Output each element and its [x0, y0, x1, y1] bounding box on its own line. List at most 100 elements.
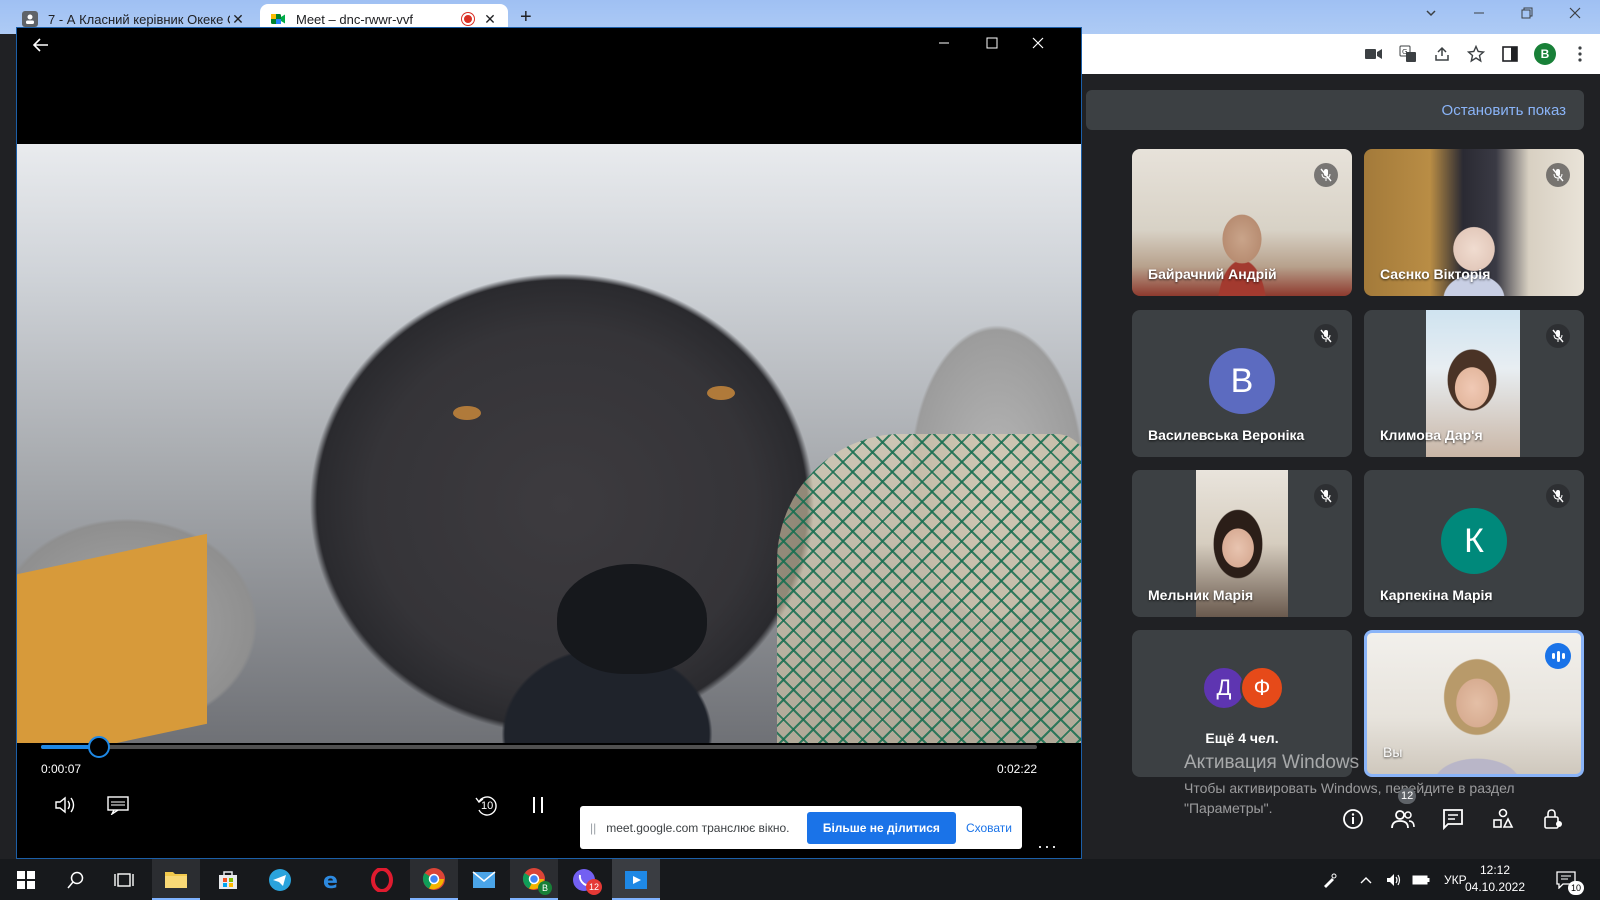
host-controls-icon[interactable]	[1540, 806, 1566, 832]
task-view-icon[interactable]	[100, 859, 148, 900]
pause-icon[interactable]	[525, 792, 551, 818]
movies-tv-icon[interactable]	[612, 859, 660, 900]
file-explorer-icon[interactable]	[152, 859, 200, 900]
stop-presenting-button[interactable]: Остановить показ	[1442, 102, 1566, 119]
stop-sharing-button[interactable]: Більше не ділитися	[806, 811, 956, 844]
more-participants-avatars: Д Ф	[1202, 666, 1284, 710]
people-count-badge: 12	[1398, 788, 1417, 804]
telegram-icon[interactable]	[256, 859, 304, 900]
close-window-icon[interactable]	[1568, 6, 1582, 24]
viber-icon[interactable]: 12	[560, 859, 608, 900]
restore-icon[interactable]	[1520, 6, 1534, 24]
search-icon[interactable]	[52, 859, 100, 900]
current-time: 0:00:07	[41, 762, 82, 776]
participant-avatar: Ф	[1240, 666, 1284, 710]
tab-title: Meet – dnc-rwwr-vvf	[296, 11, 414, 27]
minimize-icon[interactable]	[1472, 6, 1486, 24]
mic-off-icon	[1314, 163, 1338, 187]
sharing-notification-bar: || meet.google.com транслює вікно. Більш…	[580, 806, 1022, 849]
battery-icon[interactable]	[1412, 859, 1430, 900]
participant-tile[interactable]: Мельник Марія	[1132, 470, 1352, 617]
opera-icon[interactable]	[358, 859, 406, 900]
video-frame[interactable]	[17, 144, 1081, 743]
mic-off-icon	[1314, 484, 1338, 508]
participant-tile[interactable]: Байрачний Андрій	[1132, 149, 1352, 296]
mic-off-icon	[1314, 324, 1338, 348]
mic-off-icon	[1546, 163, 1570, 187]
chat-icon[interactable]	[1440, 806, 1466, 832]
side-panel-icon[interactable]	[1500, 44, 1520, 64]
video-content	[17, 533, 207, 743]
participant-video	[1424, 209, 1524, 296]
skip-back-seconds: 10	[481, 800, 494, 812]
activation-title: Активация Windows	[1184, 752, 1360, 773]
show-hidden-icons-icon[interactable]	[1360, 859, 1372, 900]
maximize-icon[interactable]	[985, 36, 999, 54]
bookmark-star-icon[interactable]	[1466, 44, 1486, 64]
participant-tile[interactable]: Саєнко Вікторія	[1364, 149, 1584, 296]
taskbar-clock[interactable]: 12:12 04.10.2022	[1460, 862, 1530, 896]
edge-legacy-icon[interactable]: e	[308, 859, 356, 900]
close-window-icon[interactable]	[1031, 36, 1045, 54]
translate-icon[interactable]: G	[1398, 44, 1418, 64]
participant-name: Карпекіна Марія	[1380, 587, 1493, 603]
clock-date: 04.10.2022	[1464, 880, 1526, 894]
google-meet-icon	[270, 11, 286, 27]
start-windows-icon[interactable]	[2, 859, 50, 900]
participant-tile[interactable]: К Карпекіна Марія	[1364, 470, 1584, 617]
share-icon[interactable]	[1432, 44, 1452, 64]
participant-name: Мельник Марія	[1148, 587, 1254, 603]
people-icon[interactable]: 12	[1390, 788, 1417, 832]
menu-dots-icon[interactable]	[1570, 44, 1590, 64]
notifications-count-badge: 10	[1568, 881, 1584, 895]
store-icon[interactable]	[204, 859, 252, 900]
participant-tile[interactable]: В Василевська Вероніка	[1132, 310, 1352, 457]
viber-unread-badge: 12	[586, 879, 602, 895]
chrome-icon[interactable]	[410, 859, 458, 900]
meeting-details-icon[interactable]	[1340, 806, 1366, 832]
windows-taskbar: e B 12 УКР 12:12 04.10.2022 10	[0, 859, 1600, 900]
recording-icon	[462, 13, 474, 25]
tab-search-icon[interactable]	[1424, 6, 1438, 24]
hide-button[interactable]: Сховати	[966, 821, 1012, 835]
more-options-icon[interactable]: ···	[1037, 836, 1058, 857]
seek-handle[interactable]	[87, 736, 110, 758]
volume-icon[interactable]	[53, 792, 79, 818]
camera-icon[interactable]	[1364, 44, 1384, 64]
minimize-icon[interactable]	[937, 36, 951, 54]
volume-tray-icon[interactable]	[1386, 859, 1402, 900]
mic-off-icon	[1546, 324, 1570, 348]
subtitles-icon[interactable]	[105, 792, 131, 818]
mail-icon[interactable]	[460, 859, 508, 900]
activation-text: Чтобы активировать Windows, перейдите в …	[1184, 780, 1515, 796]
participant-name: Климова Дар'я	[1380, 427, 1483, 443]
chrome-profile-badge: B	[538, 881, 552, 895]
participant-avatar: В	[1209, 348, 1275, 414]
participant-tile[interactable]: Климова Дар'я	[1364, 310, 1584, 457]
duration: 0:02:22	[997, 762, 1038, 776]
sharing-message: meet.google.com транслює вікно.	[606, 820, 790, 835]
svg-text:G: G	[1402, 48, 1407, 56]
pen-workspace-icon[interactable]	[1322, 859, 1338, 900]
profile-avatar[interactable]: B	[1534, 43, 1556, 65]
close-tab-icon[interactable]: ✕	[230, 11, 246, 28]
seek-bar[interactable]	[41, 736, 1037, 758]
drag-handle-icon[interactable]: ||	[590, 821, 596, 835]
close-tab-icon[interactable]: ✕	[482, 11, 498, 28]
more-participants-label: Ещё 4 чел.	[1205, 730, 1279, 746]
video-content	[707, 386, 735, 400]
back-arrow-icon[interactable]	[32, 36, 49, 57]
video-player-window: 0:00:07 0:02:22 10 ···	[16, 27, 1082, 859]
speaking-indicator-icon	[1545, 643, 1571, 669]
mic-off-icon	[1546, 484, 1570, 508]
action-center-icon[interactable]: 10	[1556, 859, 1584, 900]
activities-icon[interactable]	[1490, 806, 1516, 832]
participant-name: Василевська Вероніка	[1148, 427, 1305, 443]
skip-back-icon[interactable]: 10	[473, 792, 501, 820]
participant-name: Байрачний Андрій	[1148, 266, 1277, 282]
video-content	[453, 406, 481, 420]
new-tab-button[interactable]: +	[520, 6, 532, 29]
participant-name: Саєнко Вікторія	[1380, 266, 1491, 282]
svg-text:e: e	[323, 869, 338, 892]
chrome-profile-icon[interactable]: B	[510, 859, 558, 900]
